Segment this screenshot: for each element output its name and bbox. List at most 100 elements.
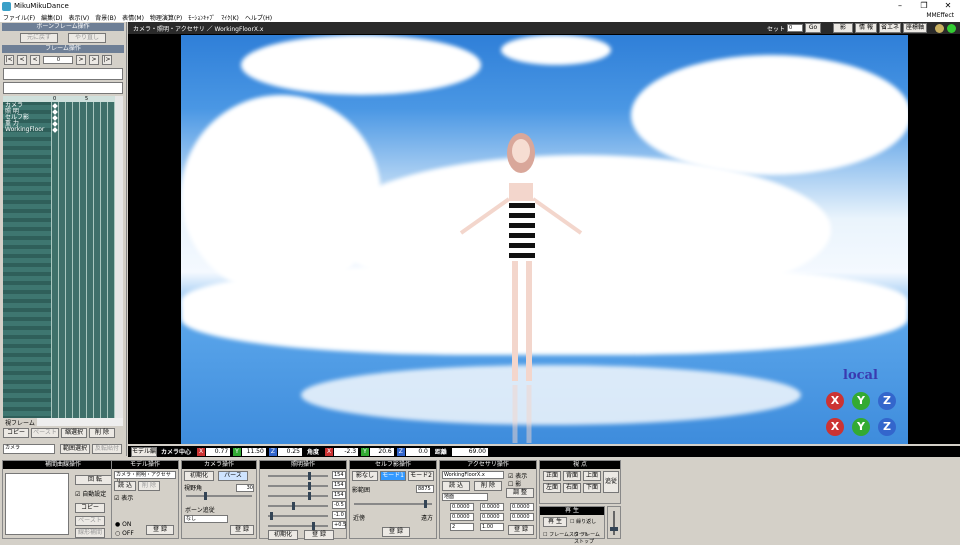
light-b-value[interactable]: 154 (332, 491, 346, 499)
info-button[interactable]: 情 報 (855, 23, 877, 33)
angle-y[interactable]: 20.6 (369, 447, 394, 456)
camera-register-button[interactable]: 登 録 (230, 525, 254, 535)
move-z-gizmo-icon[interactable]: Z (878, 418, 896, 436)
minimize-icon[interactable]: – (888, 0, 912, 12)
close-icon[interactable]: ✕ (936, 0, 960, 12)
move-y-gizmo-icon[interactable]: Y (852, 418, 870, 436)
repeat-checkbox[interactable]: ☐ 繰り返し (570, 518, 596, 525)
model-select[interactable]: カメラ・照明・アクセサリ (114, 471, 176, 485)
shadow-range-input[interactable]: 8875 (416, 485, 434, 493)
angle-x[interactable]: -2.3 (334, 447, 359, 456)
shadow-none-button[interactable]: 影なし (352, 471, 378, 481)
menu-expression[interactable]: 表情(M) (119, 13, 147, 22)
copy-button[interactable]: コピー (3, 428, 29, 438)
menu-view[interactable]: 表示(V) (65, 13, 92, 22)
acc-z[interactable]: 0.0000 (510, 503, 534, 511)
volume-slider[interactable] (607, 506, 621, 539)
distance-value[interactable]: 69.00 (451, 447, 488, 456)
interp-paste-button[interactable]: ペースト (75, 516, 105, 526)
light-r-slider[interactable] (268, 472, 328, 480)
shadow-toggle[interactable]: 影 (833, 23, 853, 33)
light-register-button[interactable]: 登 録 (304, 530, 334, 540)
menu-background[interactable]: 背景(B) (92, 13, 119, 22)
shrink-select-button[interactable]: 縮選択 (61, 428, 87, 438)
accessory-adjust-button[interactable]: 調 整 (506, 488, 534, 498)
view-bottom-button[interactable]: 下面 (583, 483, 601, 493)
accessory-register-button[interactable]: 登 録 (508, 525, 534, 535)
eco-button[interactable]: 省エネ (879, 23, 901, 33)
shadow-mode2-button[interactable]: モード2 (408, 471, 434, 481)
light-x-value[interactable]: -0.5 (332, 501, 346, 509)
menu-edit[interactable]: 編集(D) (38, 13, 65, 22)
shadow-mode1-button[interactable]: モード1 (380, 471, 406, 481)
rotate-x-gizmo-icon[interactable]: X (826, 392, 844, 410)
view-right-button[interactable]: 右面 (563, 483, 581, 493)
timeline-hscroll[interactable]: 視フレーム (3, 417, 123, 427)
timeline-grid[interactable] (51, 96, 115, 418)
camera-init-button[interactable]: 初期化 (184, 471, 214, 481)
accessory-load-button[interactable]: 読 込 (442, 481, 470, 491)
light-y-slider[interactable] (268, 512, 328, 520)
view-track-button[interactable]: 追従 (603, 471, 619, 493)
menu-mic[interactable]: ﾏｲｸ(K) (218, 13, 242, 22)
light-g-value[interactable]: 154 (332, 481, 346, 489)
add-icon[interactable] (947, 23, 956, 33)
model-edit-toggle[interactable]: モデル編 (131, 446, 157, 457)
rotate-z-gizmo-icon[interactable]: Z (878, 392, 896, 410)
bone-follow-select[interactable]: なし (184, 515, 228, 523)
acc-si[interactable]: 2 (450, 523, 474, 531)
shadow-register-button[interactable]: 登 録 (382, 527, 410, 537)
menu-mmeffect[interactable]: MMEffect (923, 12, 957, 19)
reverse-paste-button[interactable]: 反転貼付 (92, 444, 122, 454)
restore-icon[interactable]: ❐ (912, 0, 936, 12)
center-y[interactable]: 11.50 (241, 447, 266, 456)
angle-z[interactable]: 0.0 (405, 447, 430, 456)
linear-interp-button[interactable]: 線形補間 (75, 528, 105, 538)
accessory-shadow-checkbox[interactable]: ☐ 影 (508, 479, 521, 488)
view-left-button[interactable]: 左面 (543, 483, 561, 493)
frame-stop-checkbox[interactable]: ☐ フレームストップ (574, 531, 604, 545)
play-button[interactable]: 再 生 (543, 517, 567, 527)
light-init-button[interactable]: 初期化 (268, 530, 298, 540)
scene-render[interactable] (181, 35, 908, 444)
perspective-toggle[interactable]: パース (218, 471, 248, 481)
center-z[interactable]: 0.25 (277, 447, 302, 456)
light-z-slider[interactable] (268, 522, 328, 530)
light-r-value[interactable]: 154 (332, 471, 346, 479)
light-y-value[interactable]: -1.0 (332, 511, 346, 519)
menu-physics[interactable]: 物理演算(P) (147, 13, 185, 22)
paste-button[interactable]: ペースト (31, 428, 59, 438)
menu-help[interactable]: ヘルプ(H) (242, 13, 275, 22)
shadow-range-slider[interactable] (354, 500, 432, 508)
model-load-button[interactable]: 読 込 (114, 481, 136, 491)
timeline[interactable]: 0 5 カメラ 照 明 セルフ影 重 力 WorkingFloor (3, 96, 123, 418)
accessory-parent-select[interactable]: 地面 (442, 493, 488, 501)
frame-number-input[interactable]: 0 (43, 56, 73, 64)
model-off-radio[interactable]: ○ OFF (115, 530, 134, 537)
redo-button[interactable]: やり直し (68, 33, 106, 43)
fov-input[interactable]: 30 (236, 483, 254, 492)
light-icon[interactable] (935, 23, 944, 33)
frame-next-key-button[interactable]: > (89, 55, 99, 65)
acc-y[interactable]: 0.0000 (480, 503, 504, 511)
frame-first-button[interactable]: |< (4, 55, 14, 65)
undo-button[interactable]: 元に戻す (20, 33, 58, 43)
rotate-y-gizmo-icon[interactable]: Y (852, 392, 870, 410)
view-front-button[interactable]: 正面 (543, 471, 561, 481)
light-g-slider[interactable] (268, 482, 328, 490)
accessory-select[interactable]: WorkingFloorX.x (442, 471, 504, 479)
model-delete-button[interactable]: 削 除 (138, 481, 160, 491)
light-x-slider[interactable] (268, 502, 328, 510)
delete-button[interactable]: 削 除 (89, 428, 115, 438)
frame-prev-key-button[interactable]: < (17, 55, 27, 65)
interp-copy-button[interactable]: コピー (75, 503, 105, 513)
frame-prev-button[interactable]: < (30, 55, 40, 65)
model-display-checkbox[interactable]: ☑ 表示 (112, 491, 178, 504)
timeline-scrollbar[interactable] (115, 96, 123, 418)
center-x[interactable]: 0.77 (206, 447, 231, 456)
light-z-value[interactable]: +0.5 (332, 521, 346, 529)
acc-ry[interactable]: 0.0000 (480, 513, 504, 521)
model-figure[interactable] (451, 123, 591, 444)
interp-rotate-select[interactable]: 回 転 (75, 475, 115, 485)
axis-button[interactable]: 座標軸 (903, 23, 927, 33)
